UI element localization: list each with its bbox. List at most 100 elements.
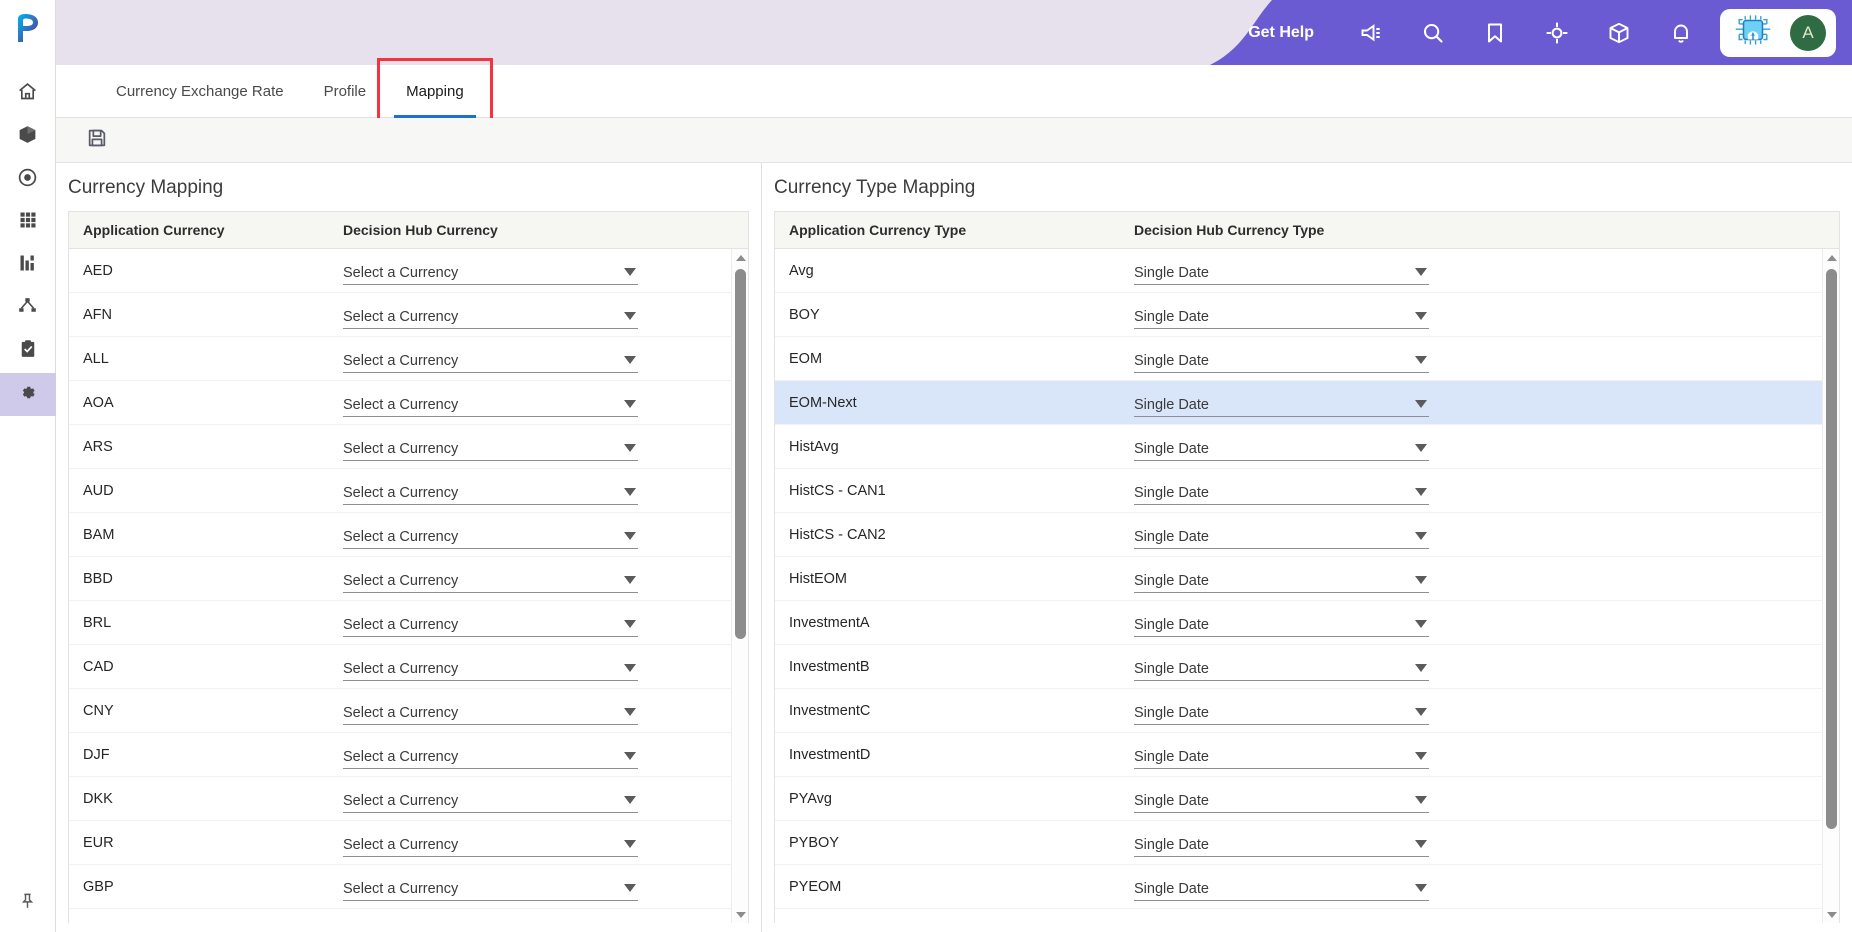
table-row[interactable]: AOA Select a Currency bbox=[69, 381, 748, 425]
table-row[interactable]: HistAvg Single Date bbox=[775, 425, 1839, 469]
currency-select-dropdown[interactable]: Select a Currency bbox=[343, 389, 638, 417]
table-row[interactable]: InvestmentA Single Date bbox=[775, 601, 1839, 645]
sidebar-item-grid[interactable] bbox=[0, 201, 56, 244]
currency-select-dropdown[interactable]: Select a Currency bbox=[343, 521, 638, 549]
table-row[interactable]: AUD Select a Currency bbox=[69, 469, 748, 513]
currency-select-dropdown[interactable]: Select a Currency bbox=[343, 873, 638, 901]
table-row[interactable]: CAD Select a Currency bbox=[69, 645, 748, 689]
currency-select-dropdown[interactable]: Select a Currency bbox=[343, 741, 638, 769]
get-help-link[interactable]: Get Help bbox=[1248, 24, 1314, 42]
table-row[interactable]: GTQ Select a Currency bbox=[69, 909, 748, 924]
sidebar-item-tasks[interactable] bbox=[0, 330, 56, 373]
currency-type-mapping-scrollbar[interactable] bbox=[1822, 249, 1839, 923]
table-row[interactable]: InvestmentD Single Date bbox=[775, 733, 1839, 777]
currency-select-dropdown[interactable]: Select a Currency bbox=[343, 345, 638, 373]
currency-select-dropdown[interactable]: Select a Currency bbox=[343, 829, 638, 857]
scroll-up-arrow-icon[interactable] bbox=[1823, 249, 1839, 266]
currency-type-select-dropdown[interactable]: Single Date bbox=[1134, 829, 1429, 857]
sidebar-item-home[interactable] bbox=[0, 72, 56, 115]
tab-currency-exchange-rate[interactable]: Currency Exchange Rate bbox=[96, 65, 304, 117]
scroll-down-arrow-icon[interactable] bbox=[732, 906, 748, 923]
currency-type-select-dropdown[interactable]: Single Date bbox=[1134, 433, 1429, 461]
currency-type-select-dropdown[interactable]: Single Date bbox=[1134, 389, 1429, 417]
table-row[interactable]: InvestmentB Single Date bbox=[775, 645, 1839, 689]
table-row[interactable]: CNY Select a Currency bbox=[69, 689, 748, 733]
table-row[interactable]: EUR Select a Currency bbox=[69, 821, 748, 865]
currency-type-select-dropdown[interactable]: Single Date bbox=[1134, 741, 1429, 769]
table-row[interactable]: ARS Select a Currency bbox=[69, 425, 748, 469]
table-row[interactable]: PYBOY Single Date bbox=[775, 821, 1839, 865]
sidebar-item-hierarchy[interactable] bbox=[0, 287, 56, 330]
currency-type-select-dropdown[interactable]: Single Date bbox=[1134, 257, 1429, 285]
currency-type-select-dropdown[interactable]: Single Date bbox=[1134, 697, 1429, 725]
ai-chip-icon[interactable] bbox=[1734, 13, 1772, 52]
currency-type-select-dropdown[interactable]: Single Date bbox=[1134, 609, 1429, 637]
sidebar-item-pin[interactable] bbox=[0, 876, 56, 932]
currency-select-dropdown[interactable]: Select a Currency bbox=[343, 477, 638, 505]
table-row[interactable]: HistEOM Single Date bbox=[775, 557, 1839, 601]
table-row[interactable]: EOM-Next Single Date bbox=[775, 381, 1839, 425]
currency-select-dropdown[interactable]: Select a Currency bbox=[343, 301, 638, 329]
currency-select-dropdown[interactable]: Select a Currency bbox=[343, 565, 638, 593]
table-row[interactable]: PYEOM Single Date bbox=[775, 865, 1839, 909]
table-row[interactable]: HistCS - CAN1 Single Date bbox=[775, 469, 1839, 513]
table-row[interactable]: BAM Select a Currency bbox=[69, 513, 748, 557]
currency-type-select-dropdown[interactable]: Single Date bbox=[1134, 873, 1429, 901]
currency-mapping-scrollbar[interactable] bbox=[731, 249, 748, 923]
save-button[interactable] bbox=[82, 125, 112, 155]
tab-mapping[interactable]: Mapping bbox=[377, 58, 493, 126]
pega-logo-icon[interactable] bbox=[0, 0, 56, 56]
announcement-icon[interactable] bbox=[1340, 0, 1402, 65]
package-icon[interactable] bbox=[1588, 0, 1650, 65]
sidebar-item-reports[interactable] bbox=[0, 244, 56, 287]
bookmark-icon[interactable] bbox=[1464, 0, 1526, 65]
tab-profile[interactable]: Profile bbox=[304, 65, 387, 117]
currency-type-select-dropdown[interactable]: Single Date bbox=[1134, 345, 1429, 373]
cell-dropdown-wrapper: Select a Currency bbox=[329, 741, 748, 769]
currency-type-select-dropdown[interactable]: Single Date bbox=[1134, 301, 1429, 329]
table-row[interactable]: RE Single Date bbox=[775, 909, 1839, 924]
avatar[interactable]: A bbox=[1790, 14, 1826, 51]
currency-select-dropdown[interactable]: Select a Currency bbox=[343, 697, 638, 725]
table-row[interactable]: BRL Select a Currency bbox=[69, 601, 748, 645]
notification-bell-icon[interactable] bbox=[1650, 0, 1712, 65]
table-row[interactable]: DKK Select a Currency bbox=[69, 777, 748, 821]
cell-application-currency: AOA bbox=[83, 394, 114, 411]
sidebar-item-cube[interactable] bbox=[0, 115, 56, 158]
table-row[interactable]: Avg Single Date bbox=[775, 249, 1839, 293]
sidebar-item-settings[interactable] bbox=[0, 373, 56, 416]
table-row[interactable]: EOM Single Date bbox=[775, 337, 1839, 381]
table-row[interactable]: BBD Select a Currency bbox=[69, 557, 748, 601]
table-row[interactable]: DJF Select a Currency bbox=[69, 733, 748, 777]
search-icon[interactable] bbox=[1402, 0, 1464, 65]
currency-type-select-dropdown[interactable]: Single Date bbox=[1134, 785, 1429, 813]
column-header-application-currency: Application Currency bbox=[83, 222, 225, 238]
table-row[interactable]: ALL Select a Currency bbox=[69, 337, 748, 381]
table-row[interactable]: HistCS - CAN2 Single Date bbox=[775, 513, 1839, 557]
currency-select-dropdown[interactable]: Select a Currency bbox=[343, 609, 638, 637]
currency-type-select-dropdown[interactable]: Single Date bbox=[1134, 521, 1429, 549]
currency-type-select-dropdown[interactable]: Single Date bbox=[1134, 477, 1429, 505]
top-banner: Get Help A bbox=[56, 0, 1852, 65]
currency-type-select-dropdown[interactable]: Single Date bbox=[1134, 917, 1429, 924]
currency-type-select-dropdown[interactable]: Single Date bbox=[1134, 565, 1429, 593]
table-row[interactable]: InvestmentC Single Date bbox=[775, 689, 1839, 733]
scrollbar-thumb[interactable] bbox=[1826, 269, 1837, 829]
currency-select-dropdown[interactable]: Select a Currency bbox=[343, 917, 638, 924]
currency-select-dropdown[interactable]: Select a Currency bbox=[343, 433, 638, 461]
table-row[interactable]: AED Select a Currency bbox=[69, 249, 748, 293]
currency-type-select-dropdown[interactable]: Single Date bbox=[1134, 653, 1429, 681]
table-row[interactable]: BOY Single Date bbox=[775, 293, 1839, 337]
cell-application-currency: BBD bbox=[83, 570, 113, 587]
currency-select-dropdown[interactable]: Select a Currency bbox=[343, 257, 638, 285]
scroll-up-arrow-icon[interactable] bbox=[732, 249, 748, 266]
scrollbar-thumb[interactable] bbox=[735, 269, 746, 639]
table-row[interactable]: AFN Select a Currency bbox=[69, 293, 748, 337]
table-row[interactable]: PYAvg Single Date bbox=[775, 777, 1839, 821]
scroll-down-arrow-icon[interactable] bbox=[1823, 906, 1839, 923]
table-row[interactable]: GBP Select a Currency bbox=[69, 865, 748, 909]
sidebar-item-target[interactable] bbox=[0, 158, 56, 201]
currency-select-dropdown[interactable]: Select a Currency bbox=[343, 785, 638, 813]
target-crosshair-icon[interactable] bbox=[1526, 0, 1588, 65]
currency-select-dropdown[interactable]: Select a Currency bbox=[343, 653, 638, 681]
